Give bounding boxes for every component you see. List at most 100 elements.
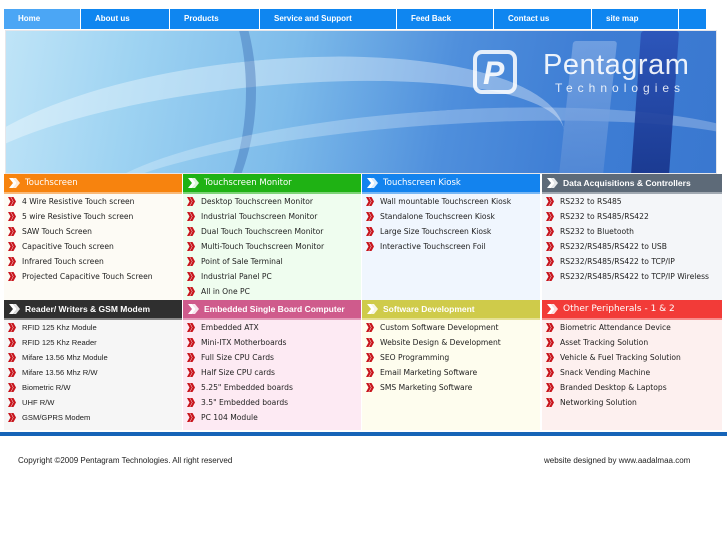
designer-credit-link[interactable]: website designed by www.aadalmaa.com — [544, 456, 690, 465]
red-double-chevron-icon — [8, 368, 16, 377]
category-link[interactable]: RS232 to RS485 — [542, 194, 722, 209]
category-header[interactable]: Touchscreen Kiosk — [362, 174, 540, 192]
category-link[interactable]: PC 104 Module — [183, 410, 361, 425]
category-link[interactable]: SMS Marketing Software — [362, 380, 540, 395]
category-link[interactable]: Point of Sale Terminal — [183, 254, 361, 269]
category-link[interactable]: Vehicle & Fuel Tracking Solution — [542, 350, 722, 365]
category-link[interactable]: RS232 to RS485/RS422 — [542, 209, 722, 224]
category-link[interactable]: GSM/GPRS Modem — [4, 410, 182, 425]
nav-feed-back[interactable]: Feed Back — [397, 9, 494, 29]
category-header[interactable]: Software Development — [362, 300, 540, 318]
category-header[interactable]: Touchscreen — [4, 174, 182, 192]
category-link[interactable]: 5 wire Resistive Touch screen — [4, 209, 182, 224]
red-double-chevron-icon — [546, 227, 554, 236]
red-double-chevron-icon — [546, 398, 554, 407]
category-link[interactable]: RFID 125 Khz Reader — [4, 335, 182, 350]
category-title: Reader/ Writers & GSM Modem — [25, 304, 151, 314]
category-link[interactable]: Projected Capacitive Touch Screen — [4, 269, 182, 284]
red-double-chevron-icon — [8, 197, 16, 206]
nav-products[interactable]: Products — [170, 9, 260, 29]
brand-name: Pentagram — [543, 49, 690, 81]
category-link[interactable]: Email Marketing Software — [362, 365, 540, 380]
category-link-label: Industrial Panel PC — [201, 272, 272, 281]
category-link[interactable]: Branded Desktop & Laptops — [542, 380, 722, 395]
category-link-label: Dual Touch Touchscreen Monitor — [201, 227, 324, 236]
category-link-label: Mini-ITX Motherboards — [201, 338, 287, 347]
red-double-chevron-icon — [8, 242, 16, 251]
footer-divider — [0, 432, 727, 436]
category-link-label: Custom Software Development — [380, 323, 499, 332]
red-double-chevron-icon — [546, 197, 554, 206]
red-double-chevron-icon — [546, 338, 554, 347]
category-link[interactable]: Website Design & Development — [362, 335, 540, 350]
category-link[interactable]: Biometric R/W — [4, 380, 182, 395]
nav-site-map[interactable]: site map — [592, 9, 679, 29]
category-link[interactable]: Biometric Attendance Device — [542, 320, 722, 335]
red-double-chevron-icon — [8, 257, 16, 266]
category-link[interactable]: UHF R/W — [4, 395, 182, 410]
category-link[interactable]: Mifare 13.56 Mhz Module — [4, 350, 182, 365]
category-link-label: Standalone Touchscreen Kiosk — [380, 212, 495, 221]
category-link-label: SEO Programming — [380, 353, 450, 362]
category-link[interactable]: Networking Solution — [542, 395, 722, 410]
category-link[interactable]: Standalone Touchscreen Kiosk — [362, 209, 540, 224]
category-link[interactable]: Industrial Touchscreen Monitor — [183, 209, 361, 224]
nav-contact-us[interactable]: Contact us — [494, 9, 592, 29]
category-header[interactable]: Embedded Single Board Computer — [183, 300, 361, 318]
category-link[interactable]: 3.5" Embedded boards — [183, 395, 361, 410]
category-link[interactable]: Half Size CPU cards — [183, 365, 361, 380]
category-link[interactable]: Capacitive Touch screen — [4, 239, 182, 254]
category-link[interactable]: RFID 125 Khz Module — [4, 320, 182, 335]
category-link[interactable]: RS232/RS485/RS422 to TCP/IP — [542, 254, 722, 269]
category-link-label: 5.25" Embedded boards — [201, 383, 293, 392]
red-double-chevron-icon — [187, 272, 195, 281]
category-link-label: Capacitive Touch screen — [22, 242, 114, 251]
category-link-label: Networking Solution — [560, 398, 637, 407]
red-double-chevron-icon — [8, 398, 16, 407]
category-link[interactable]: Interactive Touchscreen Foil — [362, 239, 540, 254]
nav-about-us[interactable]: About us — [81, 9, 170, 29]
category-link[interactable]: Industrial Panel PC — [183, 269, 361, 284]
category-title: Other Peripherals - 1 & 2 — [563, 304, 675, 314]
category-link[interactable]: Infrared Touch screen — [4, 254, 182, 269]
category-link-label: PC 104 Module — [201, 413, 258, 422]
category-list: 4 Wire Resistive Touch screen 5 wire Resi… — [4, 194, 182, 284]
nav-service-and-support[interactable]: Service and Support — [260, 9, 397, 29]
category-link[interactable]: Multi-Touch Touchscreen Monitor — [183, 239, 361, 254]
category-link[interactable]: RS232 to Bluetooth — [542, 224, 722, 239]
category-link[interactable]: Wall mountable Touchscreen Kiosk — [362, 194, 540, 209]
category-link-label: Point of Sale Terminal — [201, 257, 283, 266]
category-link[interactable]: Full Size CPU Cards — [183, 350, 361, 365]
category-link[interactable]: Embedded ATX — [183, 320, 361, 335]
category-link-label: RS232/RS485/RS422 to TCP/IP Wireless — [560, 272, 709, 281]
red-double-chevron-icon — [546, 323, 554, 332]
category-link-label: RS232 to RS485 — [560, 197, 622, 206]
category-link[interactable]: All in One PC — [183, 284, 361, 299]
category-link[interactable]: SEO Programming — [362, 350, 540, 365]
category-header[interactable]: Reader/ Writers & GSM Modem — [4, 300, 182, 318]
red-double-chevron-icon — [366, 368, 374, 377]
category-link[interactable]: RS232/RS485/RS422 to USB — [542, 239, 722, 254]
nav-home[interactable]: Home — [4, 9, 81, 29]
category-link[interactable]: Snack Vending Machine — [542, 365, 722, 380]
red-double-chevron-icon — [187, 398, 195, 407]
category-link[interactable]: Large Size Touchscreen Kiosk — [362, 224, 540, 239]
red-double-chevron-icon — [366, 383, 374, 392]
category-link[interactable]: 4 Wire Resistive Touch screen — [4, 194, 182, 209]
company-logo-icon: P — [473, 50, 517, 94]
category-link[interactable]: RS232/RS485/RS422 to TCP/IP Wireless — [542, 269, 722, 284]
category-link[interactable]: Mifare 13.56 Mhz R/W — [4, 365, 182, 380]
category-link[interactable]: Asset Tracking Solution — [542, 335, 722, 350]
category-link[interactable]: Dual Touch Touchscreen Monitor — [183, 224, 361, 239]
category-link[interactable]: 5.25" Embedded boards — [183, 380, 361, 395]
category-link[interactable]: SAW Touch Screen — [4, 224, 182, 239]
category-header[interactable]: Other Peripherals - 1 & 2 — [542, 300, 722, 318]
category-link[interactable]: Desktop Touchscreen Monitor — [183, 194, 361, 209]
category-header[interactable]: Touchscreen Monitor — [183, 174, 361, 192]
category-list: Custom Software Development Website Desig… — [362, 320, 540, 395]
category-header[interactable]: Data Acquisitions & Controllers — [542, 174, 722, 192]
category-link[interactable]: Custom Software Development — [362, 320, 540, 335]
category-link[interactable]: Mini-ITX Motherboards — [183, 335, 361, 350]
logo-letter: P — [483, 55, 505, 91]
copyright-text: Copyright ©2009 Pentagram Technologies. … — [18, 456, 233, 465]
